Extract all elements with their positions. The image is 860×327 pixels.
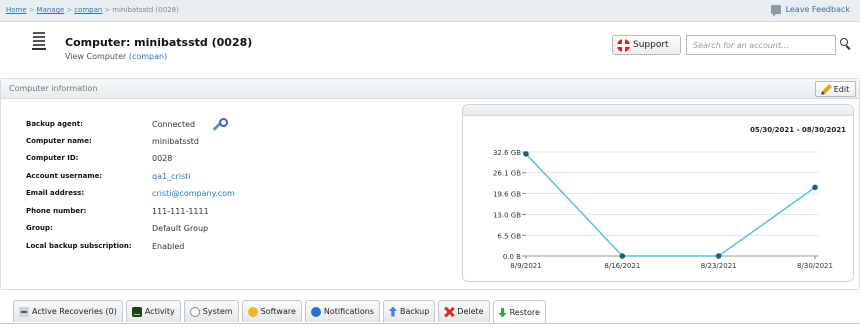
detail-label: Phone number: — [26, 207, 87, 215]
y-tick-label: 0.0 B — [503, 253, 521, 261]
breadcrumb-current: minibatsstd (0028) — [112, 6, 179, 14]
search-icon[interactable] — [839, 38, 851, 50]
support-button[interactable]: Support — [612, 35, 681, 55]
leave-feedback-label: Leave Feedback — [785, 5, 850, 14]
data-point — [523, 151, 529, 157]
tabs-baseline — [0, 323, 860, 324]
detail-value: Connected — [152, 120, 196, 129]
tab-label: System — [202, 307, 233, 316]
support-label: Support — [633, 40, 669, 50]
series-line — [525, 153, 816, 257]
x-tick-label: 8/16/2021 — [604, 262, 640, 270]
detail-label: Account username: — [26, 172, 103, 180]
tab-system[interactable]: System — [183, 300, 239, 322]
storage-chart: 05/30/2021 - 08/30/2021 0.0 B 6.5 GB 13.0 … — [462, 104, 854, 282]
system-icon — [189, 306, 200, 317]
subtitle-account-link[interactable]: (compan) — [129, 52, 167, 61]
x-tick-label: 8/9/2021 — [510, 262, 541, 270]
tab-label: Backup — [399, 307, 430, 316]
detail-value: Default Group — [152, 224, 209, 233]
lifebuoy-icon — [617, 38, 630, 52]
page-subtitle: View Computer (compan) — [65, 52, 167, 61]
tab-label: Notifications — [323, 307, 374, 316]
tab-active-recoveries[interactable]: Active Recoveries (0) — [13, 300, 123, 322]
detail-label: Backup agent: — [26, 120, 83, 128]
breadcrumb-home[interactable]: Home — [6, 6, 27, 14]
search-input[interactable] — [687, 36, 815, 54]
edit-button[interactable]: Edit — [815, 81, 856, 97]
tab-software[interactable]: Software — [241, 300, 302, 322]
detail-label: Group: — [26, 224, 53, 232]
y-tick-label: 19.6 GB — [493, 190, 521, 198]
detail-value: 0028 — [152, 154, 173, 163]
computer-tabs: Active Recoveries (0) Activity System So… — [13, 300, 546, 324]
data-point — [715, 253, 722, 259]
panel-title: Computer information — [9, 84, 98, 93]
detail-value: minibatsstd — [152, 137, 199, 146]
detail-value: Enabled — [152, 242, 185, 251]
data-point — [812, 184, 818, 191]
breadcrumb-account[interactable]: compan — [74, 6, 102, 14]
activity-icon — [131, 306, 142, 317]
y-tick-label: 26.1 GB — [493, 170, 521, 178]
detail-value: 111-111-1111 — [152, 207, 209, 216]
recovery-icon — [19, 306, 29, 317]
notifications-icon — [310, 306, 321, 317]
tab-label: Delete — [457, 307, 484, 316]
detail-label: Email address: — [26, 189, 85, 197]
tab-notifications[interactable]: Notifications — [304, 300, 380, 322]
breadcrumb-separator: > — [28, 6, 35, 14]
email-link[interactable]: cristi@company.com — [152, 189, 235, 198]
account-username-link[interactable]: qa1_cristi — [152, 172, 191, 181]
tab-activity[interactable]: Activity — [125, 300, 181, 322]
tab-label: Software — [260, 307, 296, 316]
data-point — [619, 253, 626, 259]
y-tick-label: 13.0 GB — [493, 212, 521, 220]
y-tick-label: 6.5 GB — [497, 232, 521, 240]
delete-icon — [444, 307, 454, 317]
top-bar: Home > Manage > compan > minibatsstd (0028) Le… — [0, 0, 860, 22]
edit-label: Edit — [833, 84, 850, 94]
x-tick-label: 8/30/2021 — [797, 262, 833, 270]
tab-backup[interactable]: Backup — [382, 300, 436, 322]
tab-label: Active Recoveries (0) — [32, 307, 117, 316]
breadcrumb: Home > Manage > compan > minibatsstd (0028) — [6, 6, 179, 14]
software-icon — [247, 306, 258, 317]
tab-label: Activity — [144, 307, 175, 316]
tab-label: Restore — [509, 308, 540, 317]
chart-date-range: 05/30/2021 - 08/30/2021 — [750, 126, 846, 134]
backup-icon — [388, 306, 397, 317]
chart-svg: 05/30/2021 - 08/30/2021 0.0 B 6.5 GB 13.0 … — [493, 126, 846, 270]
breadcrumb-separator: > — [66, 6, 73, 14]
breadcrumb-manage[interactable]: Manage — [37, 6, 65, 14]
y-tick-label: 32.6 GB — [493, 149, 521, 157]
page-title: Computer: minibatsstd (0028) — [65, 36, 253, 49]
pencil-icon — [821, 84, 832, 94]
detail-label: Computer name: — [26, 137, 92, 145]
server-icon — [32, 30, 46, 50]
panel-header: Computer information Edit — [1, 79, 859, 99]
restore-icon — [498, 307, 507, 318]
x-tick-label: 8/23/2021 — [701, 262, 737, 270]
tab-restore[interactable]: Restore — [492, 300, 546, 324]
breadcrumb-separator: > — [104, 6, 111, 14]
wrench-icon[interactable] — [211, 118, 228, 132]
subtitle-prefix: View Computer — [65, 52, 127, 61]
detail-label: Local backup subscription: — [26, 242, 132, 250]
speech-bubble-icon — [770, 5, 781, 17]
detail-label: Computer ID: — [26, 154, 79, 162]
tab-delete[interactable]: Delete — [438, 300, 490, 322]
leave-feedback-link[interactable]: Leave Feedback — [770, 5, 850, 17]
search-box — [686, 35, 836, 55]
